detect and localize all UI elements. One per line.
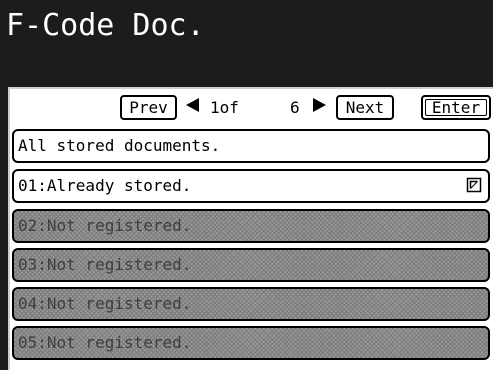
next-button[interactable]: Next <box>336 95 394 120</box>
document-list-panel: Prev 1of 6 Next Enter All stored documen… <box>8 87 493 370</box>
list-item-label: 04:Not registered. <box>18 294 192 313</box>
list-item-label: 02:Not registered. <box>18 216 192 235</box>
list-item-label: 03:Not registered. <box>18 255 192 274</box>
list-item-05: 05:Not registered. <box>12 326 490 360</box>
list-item-02: 02:Not registered. <box>12 209 490 243</box>
list-item-all-stored[interactable]: All stored documents. <box>12 129 490 163</box>
list-item-03: 03:Not registered. <box>12 248 490 282</box>
list-item-label: 01:Already stored. <box>18 176 192 195</box>
list-item-label: 05:Not registered. <box>18 333 192 352</box>
pagination-bar: Prev 1of 6 Next Enter <box>10 89 493 127</box>
right-arrow-icon[interactable] <box>313 98 326 112</box>
left-arrow-icon[interactable] <box>186 98 199 112</box>
list-item-04: 04:Not registered. <box>12 287 490 321</box>
enter-button[interactable]: Enter <box>421 95 491 120</box>
stored-document-icon <box>466 177 482 193</box>
page-indicator-total: 6 <box>290 98 300 117</box>
page-indicator-current: 1of <box>210 98 239 117</box>
page-title: F-Code Doc. <box>6 8 205 43</box>
list-item-label: All stored documents. <box>18 136 221 155</box>
list-item-01[interactable]: 01:Already stored. <box>12 169 490 203</box>
prev-button[interactable]: Prev <box>120 95 177 120</box>
